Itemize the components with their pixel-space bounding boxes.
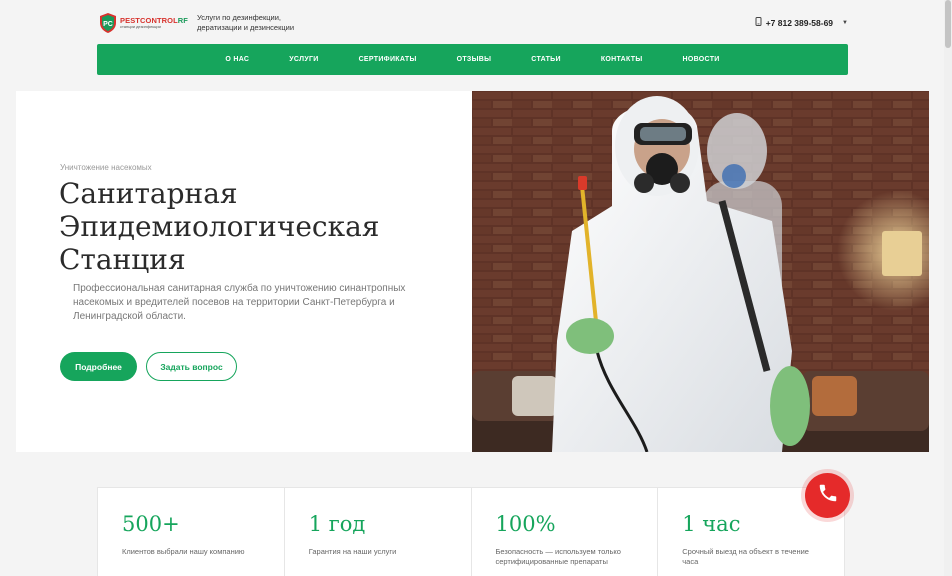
stat-value: 100%: [495, 512, 556, 536]
stat-value: 1 год: [308, 512, 366, 536]
stat-card: 100% Безопасность — используем только се…: [472, 488, 659, 576]
nav-item-about[interactable]: О НАС: [205, 56, 269, 63]
logo[interactable]: PC PESTCONTROLRF станции дезинфекции: [99, 12, 188, 34]
page-scrollbar[interactable]: [944, 0, 952, 576]
stat-card: 500+ Клиентов выбрали нашу компанию: [98, 488, 285, 576]
stat-label: Клиентов выбрали нашу компанию: [122, 547, 245, 556]
nav-item-articles[interactable]: СТАТЬИ: [511, 56, 581, 63]
main-nav: О НАС УСЛУГИ СЕРТИФИКАТЫ ОТЗЫВЫ СТАТЬИ К…: [97, 44, 848, 75]
nav-item-services[interactable]: УСЛУГИ: [269, 56, 338, 63]
logo-subtitle: станции дезинфекции: [120, 24, 161, 30]
nav-item-contacts[interactable]: КОНТАКТЫ: [581, 56, 663, 63]
ask-question-button[interactable]: Задать вопрос: [146, 352, 237, 381]
phone-handset-icon: [817, 482, 839, 509]
hero-title: Санитарная Эпидемиологическая Станция: [59, 177, 380, 276]
hero-text-block: Уничтожение насекомых Санитарная Эпидеми…: [16, 91, 472, 452]
header-tagline: Услуги по дезинфекции, дератизации и дез…: [197, 13, 295, 32]
nav-item-reviews[interactable]: ОТЗЫВЫ: [437, 56, 512, 63]
header-phone[interactable]: +7 812 389-58-69 ▼: [755, 17, 848, 28]
hero-photo-exterminator: [472, 91, 929, 452]
stat-label: Безопасность — используем только сертифи…: [495, 547, 621, 566]
logo-shield-icon: PC: [99, 12, 117, 34]
call-button[interactable]: [805, 473, 850, 518]
phone-number[interactable]: +7 812 389-58-69: [766, 18, 833, 28]
caret-down-icon[interactable]: ▼: [842, 20, 848, 26]
svg-text:PC: PC: [103, 21, 113, 28]
stat-card: 1 год Гарантия на наши услуги: [285, 488, 472, 576]
stats-section: 500+ Клиентов выбрали нашу компанию 1 го…: [97, 487, 845, 576]
hero-description: Профессиональная санитарная служба по ун…: [73, 283, 406, 322]
stat-label: Срочный выезд на объект в течение часа: [682, 547, 809, 566]
nav-item-certificates[interactable]: СЕРТИФИКАТЫ: [339, 56, 437, 63]
more-details-button[interactable]: Подробнее: [60, 352, 137, 381]
phone-icon: [755, 17, 762, 28]
hero-breadcrumb[interactable]: Уничтожение насекомых: [60, 163, 152, 172]
scrollbar-thumb[interactable]: [945, 0, 951, 48]
site-header: PC PESTCONTROLRF станции дезинфекции Усл…: [0, 0, 952, 44]
stat-label: Гарантия на наши услуги: [308, 547, 397, 556]
logo-name: PESTCONTROLRF: [120, 15, 188, 25]
stat-value: 500+: [122, 512, 180, 536]
nav-item-news[interactable]: НОВОСТИ: [662, 56, 739, 63]
hero-section: Уничтожение насекомых Санитарная Эпидеми…: [16, 91, 929, 452]
